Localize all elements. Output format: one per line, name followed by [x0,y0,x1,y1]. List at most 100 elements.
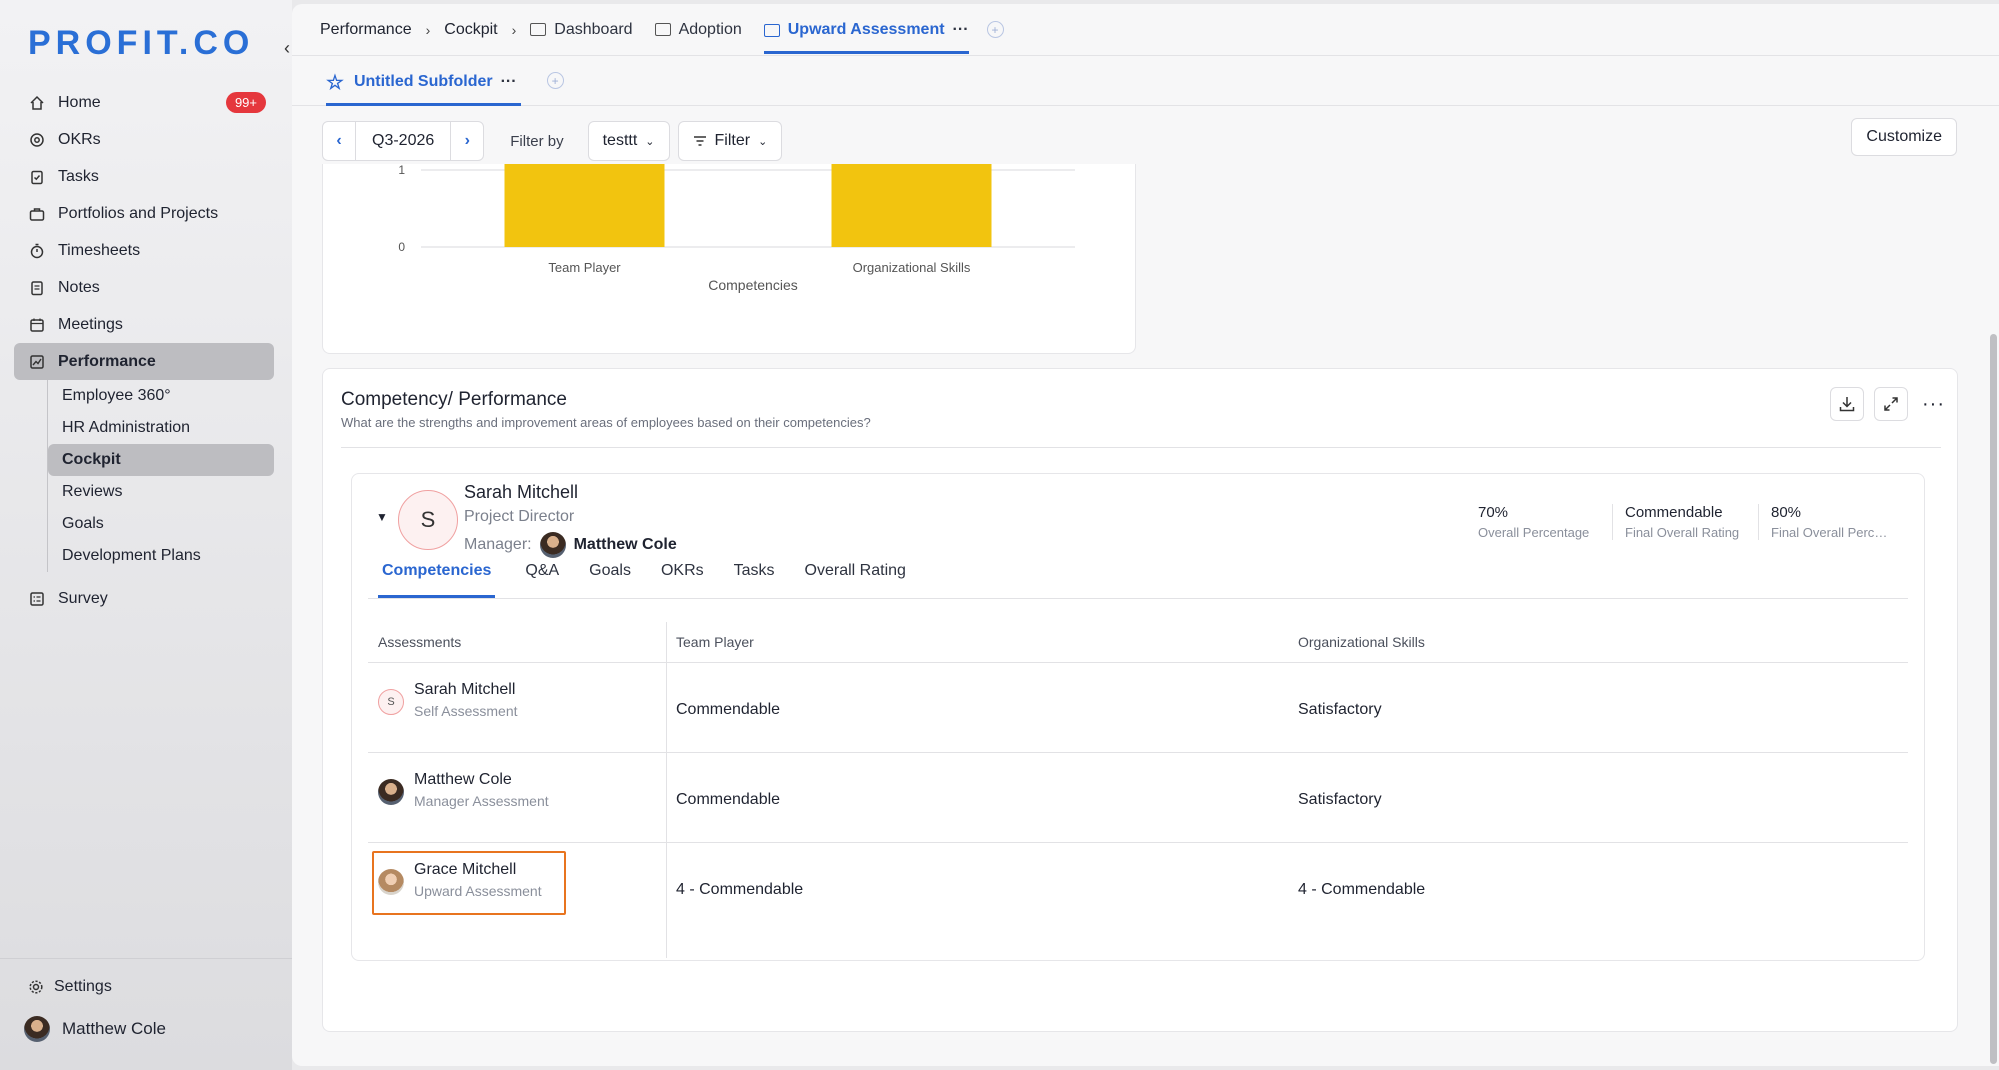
tab-label: Adoption [678,20,742,38]
tab-tasks[interactable]: Tasks [734,562,775,598]
chevron-down-icon: ⌄ [758,135,768,148]
dropdown-value: testtt [602,132,638,149]
x-axis-label: Competencies [708,277,798,293]
card-title: Competency/ Performance [341,389,567,410]
submenu-item-cockpit[interactable]: Cockpit [48,444,274,476]
filter-label: Filter [714,132,751,149]
subfolder-more-icon[interactable]: ··· [501,73,517,91]
submenu-item-hr-administration[interactable]: HR Administration [48,412,274,444]
tab-label: Upward Assessment [787,21,945,38]
breadcrumb-cockpit[interactable]: Cockpit [444,21,497,39]
next-period-icon[interactable]: › [451,122,483,160]
card-subtitle: What are the strengths and improvement a… [341,415,871,430]
more-options-icon[interactable]: ··· [1922,393,1945,416]
breadcrumb-separator-icon: › [425,21,431,38]
team-player-rating: Commendable [676,701,781,718]
divider [368,598,1908,599]
survey-icon [28,590,46,608]
add-subfolder-icon[interactable]: + [546,72,564,89]
stat-final-overall-rating: Commendable Final Overall Rating [1612,504,1758,540]
tab-okrs[interactable]: OKRs [661,562,704,598]
sidebar-item-timesheets[interactable]: Timesheets [14,232,274,269]
competency-performance-card: Competency/ Performance What are the str… [322,368,1958,1032]
chevron-down-icon: ⌄ [645,135,655,148]
star-icon[interactable]: ☆ [326,70,344,95]
assessor-avatar [378,779,404,805]
collapse-caret-icon[interactable]: ▼ [376,510,388,524]
tab-competencies[interactable]: Competencies [378,562,496,598]
team-player-rating: 4 - Commendable [676,881,804,898]
notes-icon [28,279,46,297]
tab-adoption[interactable]: Adoption [654,4,742,56]
calendar-icon [28,316,46,334]
tab-upward-assessment[interactable]: Upward Assessment ··· [763,10,969,54]
tab-qa[interactable]: Q&A [525,562,559,598]
submenu-item-goals[interactable]: Goals [48,508,274,540]
x-tick-label: Organizational Skills [853,260,971,275]
org-skills-rating: Satisfactory [1298,701,1382,718]
sidebar-item-tasks[interactable]: Tasks [14,158,274,195]
org-skills-rating: Satisfactory [1298,791,1382,808]
employee-stats: 70% Overall Percentage Commendable Final… [1466,504,1904,540]
download-button[interactable] [1830,387,1865,421]
sidebar-item-settings[interactable]: Settings [28,978,112,996]
add-tab-icon[interactable]: + [986,21,1004,38]
column-header-organizational-skills: Organizational Skills [1298,634,1425,650]
sidebar-item-home[interactable]: Home 99+ [14,84,274,121]
stat-label: Overall Percentage [1478,525,1590,540]
customize-button[interactable]: Customize [1851,118,1957,156]
stat-value: 80% [1771,504,1802,521]
tab-label: Dashboard [554,20,633,38]
notification-badge: 99+ [225,92,266,113]
sidebar-item-label: Portfolios and Projects [58,204,219,222]
submenu-item-reviews[interactable]: Reviews [48,476,274,508]
sidebar-item-notes[interactable]: Notes [14,269,274,306]
submenu-item-employee-360[interactable]: Employee 360° [48,380,274,412]
folder-icon [654,23,671,36]
scrollbar[interactable] [1990,334,1997,1064]
table-row: Grace Mitchell Upward Assessment 4 - Com… [368,842,1908,932]
stat-final-overall-percentage: 80% Final Overall Percen... [1758,504,1904,540]
performance-submenu: Employee 360° HR Administration Cockpit … [47,380,274,572]
assessor-name: Sarah Mitchell [414,681,516,698]
user-name: Matthew Cole [62,1019,166,1038]
assessor[interactable]: Grace Mitchell Upward Assessment [378,861,542,899]
previous-period-icon[interactable]: ‹ [323,122,355,160]
manager-name: Matthew Cole [573,536,677,553]
sidebar-item-portfolios[interactable]: Portfolios and Projects [14,195,274,232]
period-value[interactable]: Q3-2026 [355,122,452,160]
employee-name: Sarah Mitchell [464,482,579,502]
brand-logo[interactable]: PROFIT.CO [28,24,254,63]
collapse-sidebar-icon[interactable]: ‹ [284,38,290,59]
tab-more-icon[interactable]: ··· [953,21,969,39]
tab-goals[interactable]: Goals [589,562,631,598]
org-skills-rating: 4 - Commendable [1298,881,1426,898]
main-area: Performance › Cockpit › Dashboard Adopti… [292,4,1999,1066]
gear-icon [28,979,44,995]
sidebar-item-okrs[interactable]: OKRs [14,121,274,158]
y-tick-label: 0 [398,240,405,254]
user-profile[interactable]: Matthew Cole [24,1016,166,1042]
expand-button[interactable] [1874,387,1909,421]
filter-button[interactable]: Filter ⌄ [677,121,783,161]
team-player-rating: Commendable [676,791,781,808]
sidebar-item-performance[interactable]: Performance [14,343,274,380]
chart-line-icon [28,353,46,371]
sidebar-item-label: Performance [58,352,156,370]
filter-dropdown[interactable]: testtt ⌄ [587,121,670,161]
assessor: S Sarah Mitchell Self Assessment [378,681,518,719]
stat-value: 70% [1478,504,1509,521]
assessor-name: Matthew Cole [414,771,512,788]
sidebar-divider [0,958,292,959]
sidebar-item-label: Notes [58,278,100,296]
tab-overall-rating[interactable]: Overall Rating [805,562,906,598]
tab-dashboard[interactable]: Dashboard [530,4,633,56]
sidebar-item-meetings[interactable]: Meetings [14,306,274,343]
filter-row: ‹ Q3-2026 › Filter by testtt ⌄ Filter ⌄ [322,120,790,162]
assessor: Matthew Cole Manager Assessment [378,771,549,809]
submenu-item-development-plans[interactable]: Development Plans [48,540,274,572]
tab-untitled-subfolder[interactable]: ☆ Untitled Subfolder ··· [326,62,521,106]
breadcrumb-performance[interactable]: Performance [320,21,412,39]
sidebar-item-survey[interactable]: Survey [14,580,274,617]
assessor-avatar [378,869,404,895]
